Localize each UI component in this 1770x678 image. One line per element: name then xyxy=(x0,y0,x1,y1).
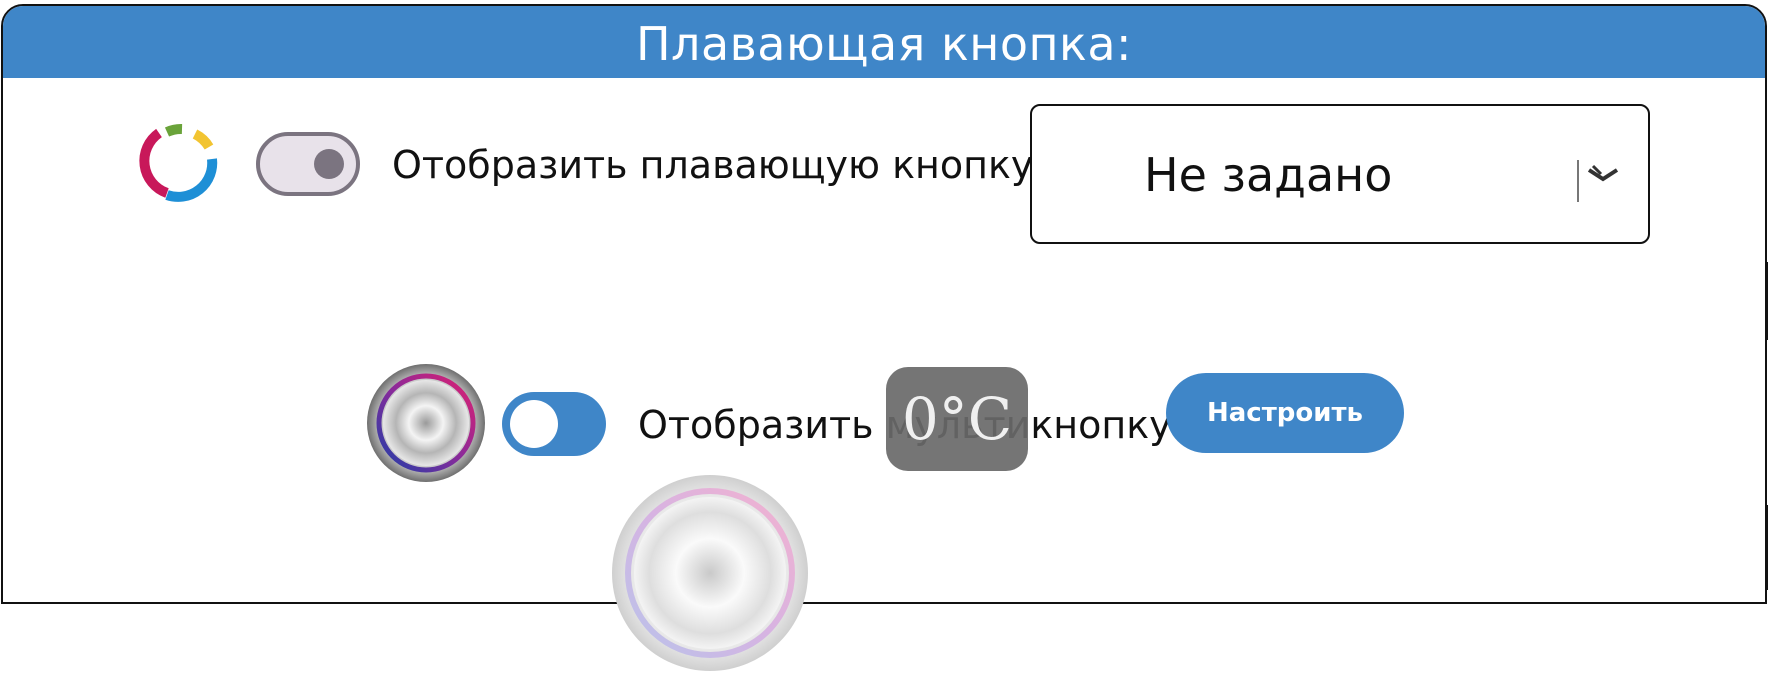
dropdown-divider xyxy=(1577,160,1579,202)
left-edge-mark-top xyxy=(1,262,3,340)
toggle-knob xyxy=(314,149,344,179)
chevron-down-icon xyxy=(1585,164,1621,188)
section-header: Плавающая кнопка: xyxy=(3,6,1765,78)
floating-preview-dial-icon[interactable] xyxy=(610,473,810,673)
ring-logo-icon xyxy=(137,121,221,205)
toggle-knob xyxy=(510,400,558,448)
floating-button-toggle[interactable] xyxy=(256,132,360,196)
floating-button-label: Отобразить плавающую кнопку xyxy=(392,143,1034,187)
multibutton-toggle[interactable] xyxy=(502,392,606,456)
right-edge-mark-bottom xyxy=(1766,505,1768,590)
settings-panel: Плавающая кнопка: xyxy=(1,4,1767,604)
floating-button-dropdown[interactable]: Не задано xyxy=(1030,104,1650,244)
temperature-overlay: 0°C xyxy=(886,367,1028,471)
configure-button[interactable]: Настроить xyxy=(1166,373,1404,453)
section-title: Плавающая кнопка: xyxy=(635,17,1133,71)
right-edge-mark-top xyxy=(1766,262,1768,340)
left-edge-mark-bottom xyxy=(1,505,3,590)
dropdown-selected-value: Не задано xyxy=(1144,148,1393,202)
metal-dial-icon xyxy=(366,363,486,483)
temperature-value: 0°C xyxy=(901,385,1013,453)
